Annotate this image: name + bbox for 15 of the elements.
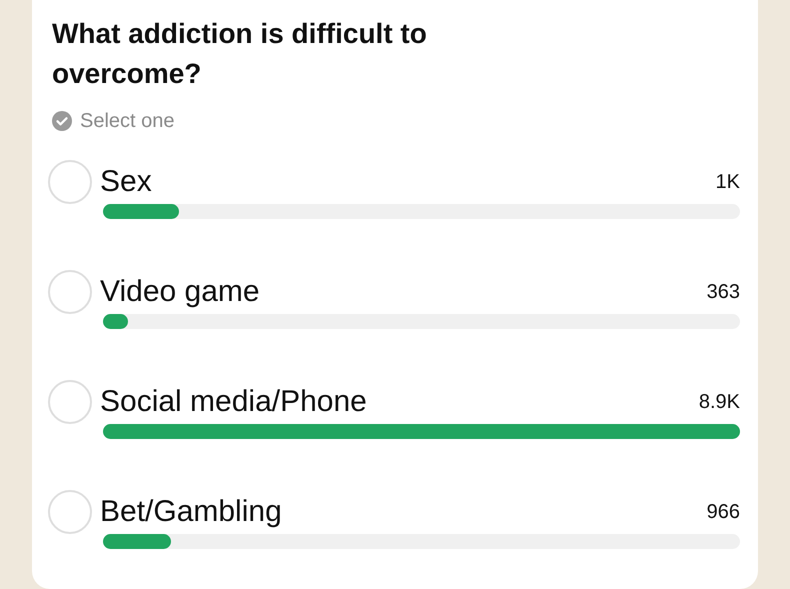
option-label: Video game bbox=[100, 274, 260, 310]
vote-count: 1K bbox=[716, 170, 740, 195]
radio-button[interactable] bbox=[48, 270, 92, 314]
check-icon bbox=[52, 111, 72, 131]
option-label: Social media/Phone bbox=[100, 384, 367, 420]
poll-hint: Select one bbox=[80, 109, 175, 134]
vote-count: 966 bbox=[706, 500, 740, 525]
radio-button[interactable] bbox=[48, 160, 92, 204]
vote-count: 8.9K bbox=[698, 390, 740, 415]
poll-question: What addiction is difficult to overcome? bbox=[52, 17, 428, 91]
option-label: Bet/Gambling bbox=[100, 494, 282, 530]
radio-button[interactable] bbox=[48, 380, 92, 424]
option-label: Sex bbox=[100, 164, 152, 200]
vote-count: 363 bbox=[706, 280, 740, 305]
radio-button[interactable] bbox=[48, 490, 92, 534]
